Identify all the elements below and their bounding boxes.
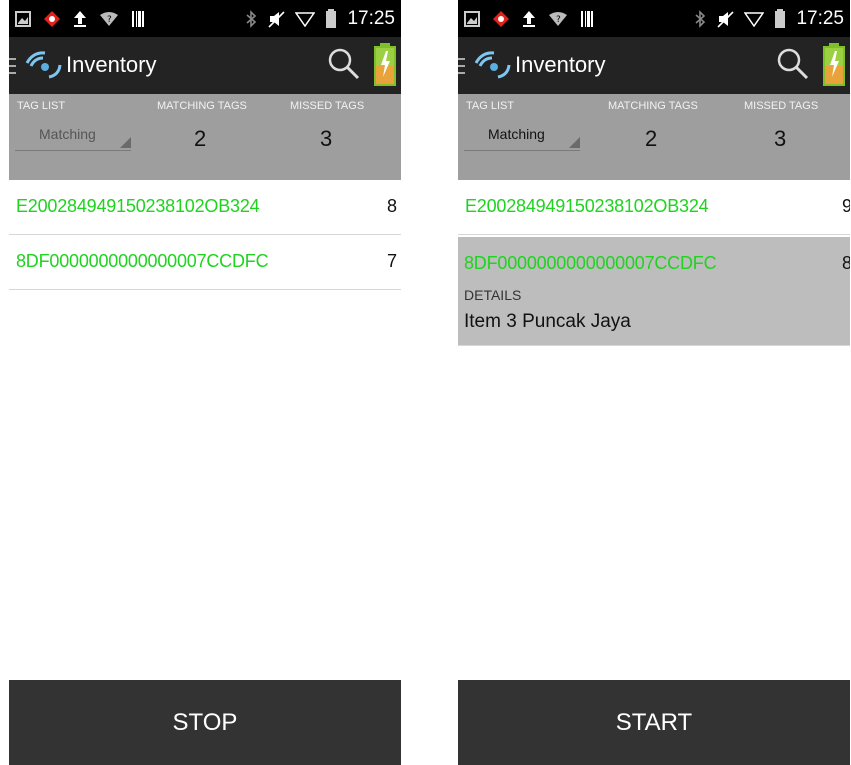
search-icon[interactable] [776, 47, 810, 81]
rfid-logo-icon[interactable] [23, 49, 63, 81]
battery-green-icon [823, 43, 845, 86]
app-alert-icon [493, 11, 509, 27]
mute-icon [268, 11, 286, 28]
missed-tags-label: MISSED TAGS [290, 100, 365, 112]
tag-id: E200284949150238102OB324 [465, 196, 709, 216]
tag-summary-panel: TAG LIST Matching MATCHING TAGS 2 MISSED… [458, 94, 850, 180]
status-bar: ? 17:25 [9, 0, 401, 37]
status-time: 17:25 [796, 8, 844, 29]
tag-row-expanded[interactable]: 8DF0000000000000007CCDFC 8 DETAILS Item … [458, 237, 850, 346]
tag-count: 9 [841, 196, 850, 216]
missed-tags-value: 3 [320, 126, 333, 151]
tag-id: 8DF0000000000000007CCDFC [16, 251, 269, 271]
battery-icon [775, 9, 786, 28]
menu-icon[interactable] [458, 57, 466, 75]
phone-screen-right: ? 17:25 Inventory TAG LIST Matching MATC… [458, 0, 850, 765]
mute-icon [717, 11, 735, 28]
app-alert-icon [44, 11, 60, 27]
spinner-arrow-icon [569, 137, 580, 148]
spinner-value: Matching [488, 126, 545, 142]
tag-id: E200284949150238102OB324 [16, 196, 260, 216]
tag-id: 8DF0000000000000007CCDFC [464, 253, 717, 273]
matching-tags-label: MATCHING TAGS [157, 100, 247, 112]
gallery-icon [15, 11, 31, 27]
svg-text:?: ? [107, 15, 112, 25]
action-bar: Inventory [9, 37, 401, 94]
tag-summary-panel: TAG LIST Matching MATCHING TAGS 2 MISSED… [9, 94, 401, 180]
upload-icon [523, 11, 535, 27]
tag-list: E200284949150238102OB324 8 8DF0000000000… [9, 180, 401, 680]
bluetooth-icon [695, 10, 706, 28]
action-bar: Inventory [458, 37, 850, 94]
tag-row[interactable]: E200284949150238102OB324 9 [458, 180, 850, 235]
details-label: DETAILS [464, 287, 522, 303]
bluetooth-icon [246, 10, 257, 28]
tag-list: E200284949150238102OB324 9 8DF0000000000… [458, 180, 850, 680]
barcode-icon [581, 11, 593, 27]
tag-count: 8 [841, 253, 850, 273]
screen-title: Inventory [66, 52, 157, 77]
matching-tags-value: 2 [194, 126, 207, 151]
tag-list-spinner[interactable]: Matching [464, 118, 580, 151]
tag-row[interactable]: E200284949150238102OB324 8 [9, 180, 401, 235]
details-value: Item 3 Puncak Jaya [464, 311, 631, 332]
svg-text:?: ? [556, 15, 561, 25]
tag-row[interactable]: 8DF0000000000000007CCDFC 7 [9, 235, 401, 290]
signal-icon [295, 12, 316, 27]
tag-list-label: TAG LIST [17, 100, 66, 112]
signal-icon [744, 12, 765, 27]
tag-list-label: TAG LIST [466, 100, 515, 112]
rfid-logo-icon[interactable] [472, 49, 512, 81]
battery-icon [326, 9, 337, 28]
tag-count: 8 [386, 196, 397, 216]
matching-tags-value: 2 [645, 126, 658, 151]
stop-button[interactable]: STOP [9, 680, 401, 765]
phone-screen-left: ? 17:25 Inventory TAG LIST Matching MATC… [9, 0, 401, 765]
wifi-question-icon: ? [100, 12, 118, 26]
upload-icon [74, 11, 86, 27]
spinner-arrow-icon [120, 137, 131, 148]
search-icon[interactable] [327, 47, 361, 81]
missed-tags-label: MISSED TAGS [744, 100, 819, 112]
tag-count: 7 [386, 251, 397, 271]
wifi-question-icon: ? [549, 12, 567, 26]
barcode-icon [132, 11, 144, 27]
matching-tags-label: MATCHING TAGS [608, 100, 698, 112]
start-button[interactable]: START [458, 680, 850, 765]
menu-icon[interactable] [9, 57, 17, 75]
tag-list-spinner[interactable]: Matching [15, 118, 131, 151]
status-time: 17:25 [347, 8, 395, 29]
status-bar: ? 17:25 [458, 0, 850, 37]
gallery-icon [464, 11, 480, 27]
screen-title: Inventory [515, 52, 606, 77]
battery-green-icon [374, 43, 396, 86]
spinner-value: Matching [39, 126, 96, 142]
missed-tags-value: 3 [774, 126, 787, 151]
